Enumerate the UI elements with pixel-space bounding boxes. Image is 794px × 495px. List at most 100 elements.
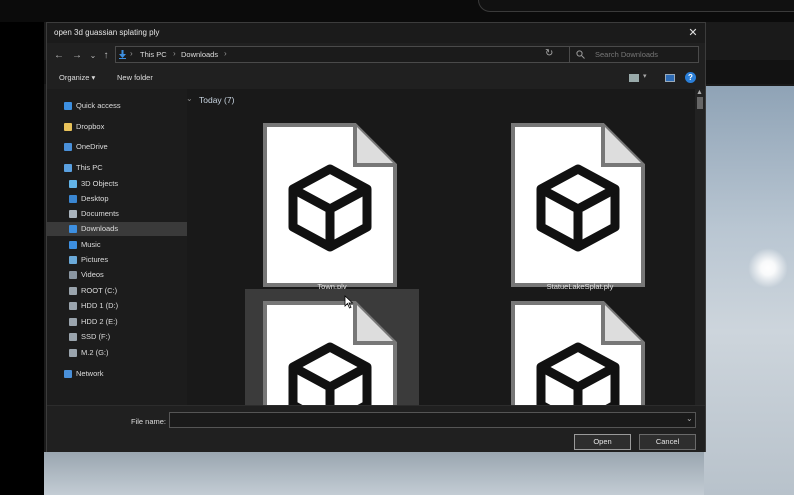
sidebar-item-label: Downloads <box>81 224 119 233</box>
sidebar-item-label: Quick access <box>76 101 121 110</box>
mouse-cursor-icon <box>344 295 354 309</box>
sidebar-item-desktop[interactable]: Desktop <box>47 192 187 206</box>
sidebar-item-label: M.2 (G:) <box>81 348 109 357</box>
cancel-button[interactable]: Cancel <box>639 434 696 450</box>
background-viewport-bottom <box>44 452 704 495</box>
sidebar-item-hdd-1-d[interactable]: HDD 1 (D:) <box>47 299 187 313</box>
up-button[interactable]: ↑ <box>99 49 113 63</box>
preview-pane-icon[interactable] <box>665 74 675 82</box>
sidebar-item-label: Dropbox <box>76 122 105 131</box>
sidebar-item-label: 3D Objects <box>81 179 119 188</box>
sidebar-item-ssd-f[interactable]: SSD (F:) <box>47 330 187 344</box>
sidebar-item-label: SSD (F:) <box>81 332 111 341</box>
dialog-footer: File name: ⌄ Open Cancel <box>47 405 705 452</box>
sidebar-item-label: HDD 1 (D:) <box>81 301 119 310</box>
view-dropdown-button[interactable]: ▾ <box>643 72 647 80</box>
vertical-scrollbar[interactable]: ▲ <box>695 89 705 405</box>
breadcrumb-separator: › <box>130 49 133 58</box>
sidebar-item-videos[interactable]: Videos <box>47 268 187 282</box>
sidebar-item-pictures[interactable]: Pictures <box>47 253 187 267</box>
ply-3d-file-icon <box>511 123 645 287</box>
search-input[interactable]: Search Downloads <box>569 46 699 63</box>
sidebar-item-label: OneDrive <box>76 142 108 151</box>
scroll-up-arrow-icon[interactable]: ▲ <box>696 89 703 96</box>
sidebar-item-network[interactable]: Network <box>47 367 187 381</box>
pictures-icon <box>69 256 77 264</box>
recent-locations-button[interactable]: ⌄ <box>86 49 100 63</box>
open-button[interactable]: Open <box>574 434 631 450</box>
file-name-input[interactable] <box>169 412 696 428</box>
navigation-row: ← → ⌄ ↑ › This PC › Downloads › ⌄ ↻ Sear… <box>47 43 705 69</box>
sidebar-item-label: Videos <box>81 270 104 279</box>
documents-icon <box>69 210 77 218</box>
breadcrumb-separator: › <box>224 49 227 58</box>
open-file-dialog: open 3d guassian splating ply ✕ ← → ⌄ ↑ … <box>46 22 706 452</box>
drive-icon <box>69 349 77 357</box>
file-list: ⌄ Today (7) Town.ply StatueLakeSplat.ply <box>187 89 705 405</box>
sidebar-item-label: Network <box>76 369 104 378</box>
downloads-icon <box>69 225 77 233</box>
dialog-title-bar[interactable]: open 3d guassian splating ply ✕ <box>47 23 705 43</box>
dropbox-folder-icon <box>64 123 72 131</box>
monitor-icon <box>64 164 72 172</box>
ply-3d-file-icon <box>263 301 397 405</box>
organize-button[interactable]: Organize ▾ <box>59 73 95 82</box>
back-button[interactable]: ← <box>52 49 66 63</box>
search-placeholder: Search Downloads <box>595 50 658 59</box>
background-address-pill <box>478 0 794 12</box>
breadcrumb-separator: › <box>173 49 176 58</box>
file-name-label: File name: <box>131 417 167 426</box>
downloads-arrow-icon <box>119 50 126 59</box>
breadcrumb-downloads[interactable]: Downloads <box>181 50 218 59</box>
breadcrumb-this-pc[interactable]: This PC <box>140 50 167 59</box>
drive-icon <box>69 318 77 326</box>
sidebar-item-this-pc[interactable]: This PC <box>47 161 187 175</box>
group-header-today[interactable]: Today (7) <box>199 95 234 105</box>
sidebar-item-dropbox[interactable]: Dropbox <box>47 120 187 134</box>
navigation-pane: Quick access Dropbox OneDrive This PC 3D Obj… <box>47 89 187 405</box>
desktop-icon <box>69 195 77 203</box>
sidebar-item-label: This PC <box>76 163 103 172</box>
sidebar-item-music[interactable]: Music <box>47 238 187 252</box>
search-icon <box>576 50 585 59</box>
scrollbar-thumb[interactable] <box>697 97 703 109</box>
forward-button[interactable]: → <box>70 49 84 63</box>
command-toolbar: Organize ▾ New folder ▾ ? <box>47 69 705 89</box>
sidebar-item-label: Music <box>81 240 101 249</box>
refresh-button[interactable]: ↻ <box>545 48 553 59</box>
sidebar-item-onedrive[interactable]: OneDrive <box>47 140 187 154</box>
3d-objects-icon <box>69 180 77 188</box>
sidebar-item-downloads[interactable]: Downloads <box>47 222 187 236</box>
ply-3d-file-icon <box>263 123 397 287</box>
background-sun <box>748 248 788 288</box>
address-bar[interactable]: › This PC › Downloads › ⌄ <box>115 46 587 63</box>
group-collapse-chevron-icon[interactable]: ⌄ <box>187 94 193 103</box>
sidebar-item-label: ROOT (C:) <box>81 286 118 295</box>
file-tile[interactable] <box>245 289 419 405</box>
file-tile[interactable]: Town.ply <box>245 111 419 293</box>
videos-icon <box>69 271 77 279</box>
background-viewport-sky <box>704 86 794 495</box>
sidebar-item-hdd-2-e[interactable]: HDD 2 (E:) <box>47 315 187 329</box>
music-icon <box>69 241 77 249</box>
sidebar-item-3d-objects[interactable]: 3D Objects <box>47 177 187 191</box>
new-folder-button[interactable]: New folder <box>117 73 153 82</box>
sidebar-item-label: Pictures <box>81 255 109 264</box>
view-options-icon[interactable] <box>629 74 639 82</box>
network-icon <box>64 370 72 378</box>
sidebar-item-m-2-g[interactable]: M.2 (G:) <box>47 346 187 360</box>
sidebar-item-quick-access[interactable]: Quick access <box>47 99 187 113</box>
ply-3d-file-icon <box>511 301 645 405</box>
sidebar-item-label: HDD 2 (E:) <box>81 317 118 326</box>
file-tile[interactable]: StatueLakeSplat.ply <box>493 111 667 293</box>
sidebar-item-root-c[interactable]: ROOT (C:) <box>47 284 187 298</box>
file-tile[interactable] <box>493 289 667 405</box>
file-name-dropdown-button[interactable]: ⌄ <box>686 414 693 423</box>
help-icon[interactable]: ? <box>685 72 696 83</box>
sidebar-item-documents[interactable]: Documents <box>47 207 187 221</box>
drive-icon <box>69 287 77 295</box>
sidebar-item-label: Documents <box>81 209 119 218</box>
onedrive-cloud-icon <box>64 143 72 151</box>
drive-icon <box>69 333 77 341</box>
close-button[interactable]: ✕ <box>685 25 701 41</box>
